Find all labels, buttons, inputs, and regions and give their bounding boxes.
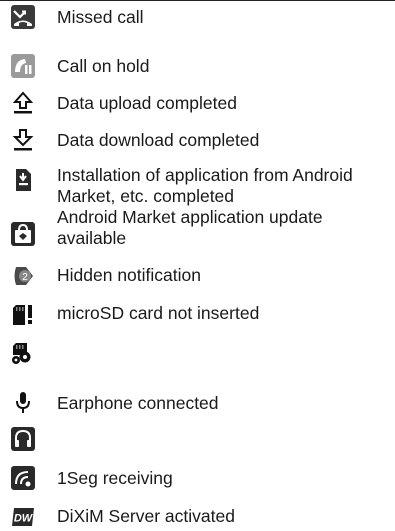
- badge-count: 2: [22, 272, 28, 283]
- microphone-icon: [11, 391, 35, 415]
- upload-arrow-icon: [11, 91, 35, 115]
- download-arrow-icon: [11, 128, 35, 152]
- list-item-label: Data upload completed: [57, 93, 237, 113]
- list-item-label: Android Market application update availa…: [57, 207, 323, 248]
- dixim-icon: DW: [11, 505, 35, 529]
- list-item-label: Installation of application from Android…: [57, 165, 353, 206]
- oneseg-signal-icon: [11, 466, 35, 490]
- list-item-label: Hidden notification: [57, 265, 201, 285]
- market-bag-icon: [11, 222, 35, 246]
- list-item-label: microSD card not inserted: [57, 303, 260, 323]
- headphones-icon: [11, 427, 35, 451]
- list-item-label: DiXiM Server activated: [57, 506, 235, 526]
- app-install-icon: [11, 168, 35, 192]
- top-divider: [0, 0, 395, 1]
- sd-card-missing-icon: [11, 302, 35, 326]
- list-item-label: Missed call: [57, 7, 144, 27]
- dixim-logo-text: DW: [14, 513, 34, 525]
- call-on-hold-icon: [11, 54, 35, 78]
- list-item-label: Data download completed: [57, 130, 260, 150]
- list-item-label: 1Seg receiving: [57, 468, 173, 488]
- list-item-label: Earphone connected: [57, 393, 219, 413]
- missed-call-icon: [11, 5, 35, 29]
- list-item-label: Call on hold: [57, 56, 150, 76]
- sd-card-settings-icon: [11, 341, 35, 365]
- hidden-notification-icon: 2: [11, 264, 35, 288]
